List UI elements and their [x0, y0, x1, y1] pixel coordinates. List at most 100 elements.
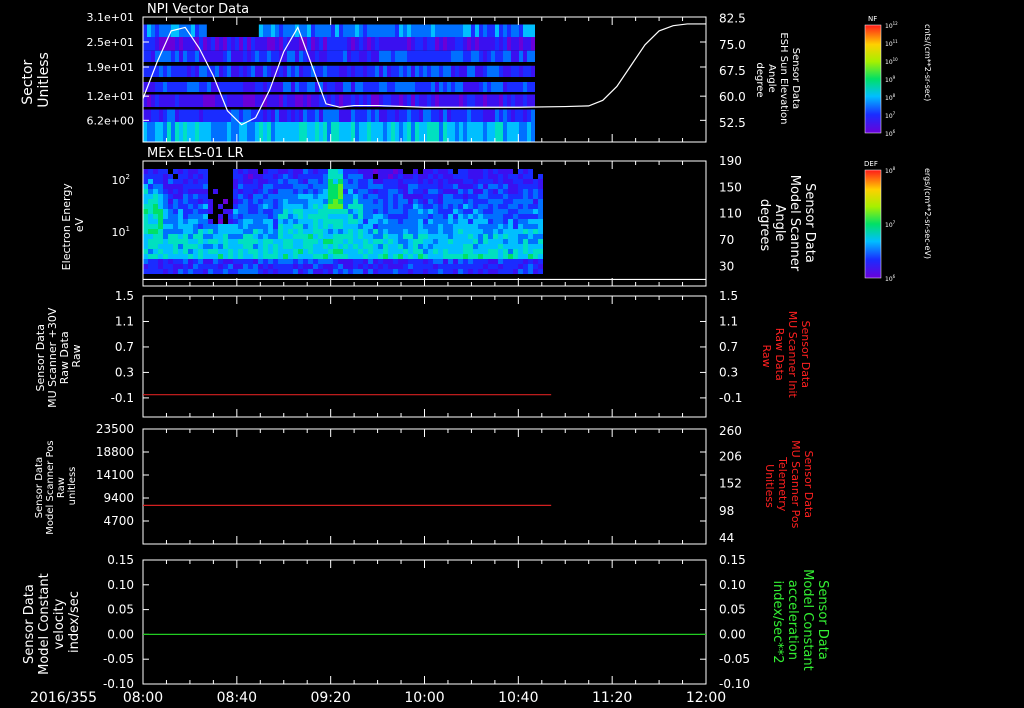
spectrogram-cell: [458, 259, 463, 264]
spectrogram-cell: [418, 194, 423, 199]
spectrogram-cell: [418, 179, 423, 184]
spectrogram-cell: [483, 224, 488, 229]
spectrogram-cell: [488, 214, 493, 219]
spectrogram-cell: [448, 234, 453, 239]
spectrogram-cell: [418, 219, 423, 224]
spectrogram-cell: [238, 174, 243, 179]
spectrogram-cell: [158, 194, 163, 199]
spectrogram-cell: [413, 264, 418, 269]
spectrogram-cell: [513, 244, 518, 249]
spectrogram-cell: [299, 94, 303, 107]
spectrogram-cell: [328, 179, 333, 184]
spectrogram-cell: [195, 24, 199, 37]
spectrogram-cell: [358, 229, 363, 234]
spectrogram-cell: [148, 194, 153, 199]
spectrogram-cell: [238, 254, 243, 259]
spectrogram-cell: [328, 189, 333, 194]
spectrogram-cell: [235, 94, 239, 107]
spectrogram-cell: [158, 179, 163, 184]
spectrogram-cell: [238, 209, 243, 214]
spectrogram-cell: [275, 122, 279, 142]
spectrogram-cell: [358, 204, 363, 209]
spectrogram-cell: [503, 94, 507, 107]
spectrogram-cell: [443, 244, 448, 249]
spectrogram-cell: [458, 249, 463, 254]
spectrogram-cell: [503, 269, 508, 274]
spectrogram-cell: [195, 65, 199, 77]
spectrogram-cell: [368, 184, 373, 189]
spectrogram-cell: [403, 50, 407, 62]
spectrogram-cell: [338, 234, 343, 239]
spectrogram-cell: [395, 82, 399, 92]
spectrogram-cell: [213, 259, 218, 264]
spectrogram-cell: [498, 234, 503, 239]
spectrogram-cell: [278, 199, 283, 204]
mu-raw-right-label-line-2: MU Scanner Init: [786, 311, 799, 399]
spectrogram-cell: [463, 65, 467, 77]
spectrogram-cell: [508, 229, 513, 234]
spectrogram-cell: [428, 249, 433, 254]
npi-colorbar: NF 101210111010109108107106 cnts/(cm**2-…: [864, 15, 932, 138]
spectrogram-cell: [478, 204, 483, 209]
spectrogram-cell: [355, 50, 359, 62]
mu-raw-frame: [142, 295, 707, 418]
spectrogram-cell: [143, 269, 148, 274]
spectrogram-cell: [335, 37, 339, 51]
spectrogram-cell: [368, 259, 373, 264]
spectrogram-cell: [188, 209, 193, 214]
spectrogram-cell: [311, 82, 315, 92]
spectrogram-cell: [383, 239, 388, 244]
spectrogram-cell: [318, 239, 323, 244]
spectrogram-cell: [327, 37, 331, 51]
panel-velocity: 0.150.100.050.00-0.05-0.10 0.150.100.050…: [22, 553, 830, 691]
spectrogram-cell: [293, 269, 298, 274]
spectrogram-cell: [308, 249, 313, 254]
spectrogram-cell: [511, 37, 515, 51]
spectrogram-cell: [379, 50, 383, 62]
spectrogram-cell: [388, 194, 393, 199]
spectrogram-cell: [398, 179, 403, 184]
spectrogram-cell: [308, 244, 313, 249]
spectrogram-cell: [323, 249, 328, 254]
spectrogram-cell: [423, 249, 428, 254]
colorbar-tick-exp: 11: [893, 39, 899, 44]
spectrogram-cell: [238, 264, 243, 269]
spectrogram-cell: [295, 122, 299, 142]
spectrogram-cell: [279, 37, 283, 51]
spectrogram-cell: [159, 94, 163, 107]
spectrogram-cell: [298, 234, 303, 239]
spectrogram-cell: [363, 194, 368, 199]
spectrogram-cell: [239, 122, 243, 142]
spectrogram-cell: [287, 109, 291, 122]
spectrogram-cell: [343, 50, 347, 62]
spectrogram-cell: [253, 184, 258, 189]
spectrogram-cell: [213, 234, 218, 239]
spectrogram-cell: [419, 122, 423, 142]
spectrogram-cell: [459, 65, 463, 77]
spectrogram-cell: [388, 229, 393, 234]
spectrogram-cell: [203, 264, 208, 269]
spectrogram-cell: [353, 244, 358, 249]
spectrogram-cell: [375, 122, 379, 142]
spectrogram-cell: [411, 122, 415, 142]
spectrogram-cell: [483, 199, 488, 204]
spectrogram-cell: [268, 199, 273, 204]
spectrogram-cell: [273, 239, 278, 244]
spectrogram-cell: [148, 204, 153, 209]
spectrogram-cell: [195, 109, 199, 122]
spectrogram-cell: [178, 224, 183, 229]
spectrogram-cell: [493, 224, 498, 229]
spectrogram-cell: [433, 184, 438, 189]
spectrogram-cell: [458, 244, 463, 249]
spectrogram-cell: [293, 224, 298, 229]
spectrogram-cell: [393, 229, 398, 234]
spectrogram-cell: [188, 169, 193, 174]
spectrogram-cell: [163, 254, 168, 259]
spectrogram-cell: [238, 244, 243, 249]
spectrogram-cell: [319, 94, 323, 107]
spectrogram-cell: [193, 269, 198, 274]
spectrogram-cell: [523, 122, 527, 142]
spectrogram-cell: [368, 189, 373, 194]
spectrogram-cell: [463, 269, 468, 274]
spectrogram-cell: [523, 37, 527, 51]
